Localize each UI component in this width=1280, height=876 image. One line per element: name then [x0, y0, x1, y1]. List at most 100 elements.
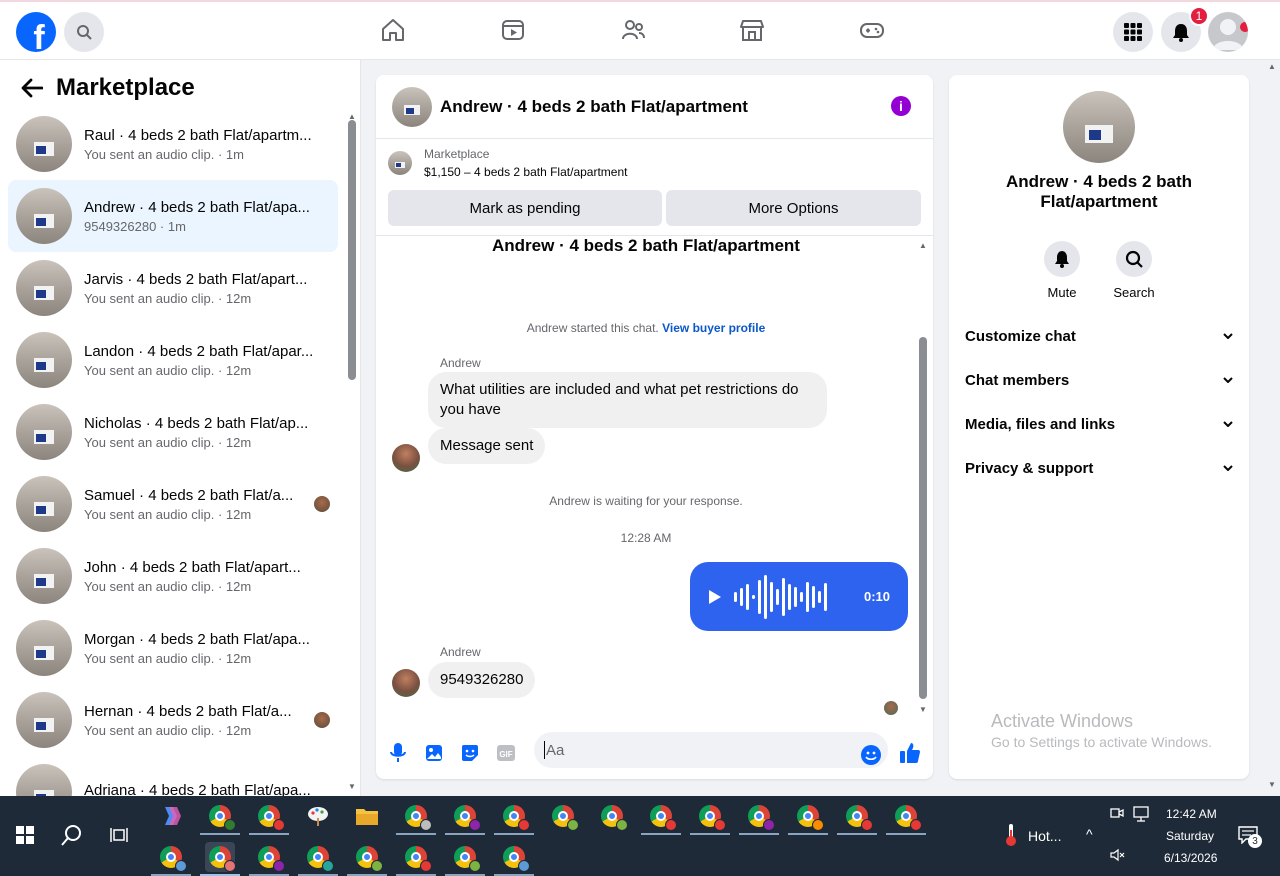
sender-avatar[interactable]: [392, 444, 420, 472]
conversation-item[interactable]: Hernan · 4 beds 2 bath Flat/a... You sent…: [8, 684, 338, 756]
message-input[interactable]: Aa: [534, 732, 888, 768]
chrome-window[interactable]: [445, 801, 485, 835]
chat-listing-thumbnail[interactable]: [392, 86, 432, 127]
chrome-window[interactable]: [249, 801, 289, 835]
chrome-window[interactable]: [445, 842, 485, 876]
chrome-window-active[interactable]: [200, 842, 240, 876]
show-hidden-icons-chevron-up-icon[interactable]: ^: [1086, 826, 1093, 842]
search-in-chat-button[interactable]: [1116, 241, 1152, 277]
search-label: Search: [1113, 285, 1155, 300]
chrome-window[interactable]: [200, 801, 240, 835]
conversation-item[interactable]: Jarvis · 4 beds 2 bath Flat/apart... You …: [8, 252, 338, 324]
chat-scrollbar[interactable]: [919, 337, 927, 699]
listing-summary[interactable]: Marketplace $1,150 – 4 beds 2 bath Flat/…: [388, 147, 627, 179]
clock-date[interactable]: 6/13/2026: [1164, 851, 1217, 865]
search-action[interactable]: Search: [1104, 241, 1164, 300]
back-button[interactable]: [20, 76, 44, 100]
menu-button[interactable]: [1113, 12, 1153, 52]
file-explorer-app[interactable]: [352, 801, 382, 831]
chat-title[interactable]: Andrew · 4 beds 2 bath Flat/apartment: [440, 97, 748, 117]
chrome-window[interactable]: [494, 842, 534, 876]
nav-video[interactable]: [499, 16, 527, 44]
play-icon[interactable]: [708, 589, 722, 605]
conversation-item[interactable]: Landon · 4 beds 2 bath Flat/apar... You s…: [8, 324, 338, 396]
listing-large-thumbnail[interactable]: [1063, 91, 1135, 163]
account-avatar[interactable]: [1208, 12, 1248, 52]
weather-text[interactable]: Hot...: [1028, 828, 1061, 844]
clock-time[interactable]: 12:42 AM: [1166, 807, 1217, 821]
voice-clip-button[interactable]: [387, 742, 409, 764]
taskbar-search-button[interactable]: [57, 820, 87, 850]
network-tray-icon[interactable]: [1133, 806, 1151, 825]
conversation-item[interactable]: Raul · 4 beds 2 bath Flat/apartm... You s…: [8, 108, 338, 180]
mute-action[interactable]: Mute: [1032, 241, 1092, 300]
page-scroll-up-arrow-icon[interactable]: ▲: [1268, 62, 1276, 71]
weather-widget[interactable]: [996, 820, 1026, 850]
incoming-message[interactable]: What utilities are included and what pet…: [428, 372, 827, 428]
incoming-message[interactable]: 9549326280: [428, 662, 536, 698]
chrome-window[interactable]: [837, 801, 877, 835]
scroll-down-arrow-icon[interactable]: ▼: [919, 705, 927, 714]
attach-photo-button[interactable]: [423, 742, 445, 764]
chrome-window[interactable]: [151, 842, 191, 876]
gaming-icon: [860, 23, 884, 38]
conversation-title: Nicholas · 4 beds 2 bath Flat/ap...: [84, 414, 309, 432]
scroll-up-arrow-icon[interactable]: ▲: [919, 241, 927, 250]
page-scroll-down-arrow-icon[interactable]: ▼: [1268, 780, 1276, 789]
scroll-down-arrow-icon[interactable]: ▼: [348, 782, 356, 791]
conversation-item[interactable]: Adriana · 4 beds 2 bath Flat/apa...: [8, 756, 338, 796]
chrome-window[interactable]: [396, 842, 436, 876]
profile-badge: [322, 860, 334, 872]
chrome-window[interactable]: [788, 801, 828, 835]
sidebar-scrollbar[interactable]: [348, 120, 356, 380]
volume-muted-tray-icon[interactable]: [1110, 848, 1126, 865]
start-button[interactable]: [10, 820, 40, 850]
chrome-window[interactable]: [739, 801, 779, 835]
conversation-item[interactable]: Samuel · 4 beds 2 bath Flat/a... You sent…: [8, 468, 338, 540]
chrome-window[interactable]: [548, 801, 579, 831]
chrome-window[interactable]: [597, 801, 628, 831]
window-indicator: [445, 833, 485, 835]
camera-tray-icon[interactable]: [1110, 806, 1124, 823]
audio-clip-message[interactable]: 0:10: [690, 562, 908, 631]
search-button[interactable]: [64, 12, 104, 52]
gif-button[interactable]: GIF: [495, 742, 517, 764]
paint-app[interactable]: [303, 801, 333, 831]
clock-day[interactable]: Saturday: [1166, 829, 1214, 843]
nav-friends[interactable]: [619, 16, 647, 44]
conversation-item-active[interactable]: Andrew · 4 beds 2 bath Flat/apa... 954932…: [8, 180, 338, 252]
emoji-button[interactable]: [860, 744, 882, 766]
customize-chat-section[interactable]: Customize chat: [965, 324, 1233, 348]
chrome-window[interactable]: [396, 801, 436, 835]
notifications-button[interactable]: 1: [1161, 6, 1209, 52]
facebook-logo-icon[interactable]: f: [16, 12, 56, 52]
copilot-app[interactable]: [156, 801, 186, 831]
sticker-button[interactable]: [459, 742, 481, 764]
chrome-window[interactable]: [690, 801, 730, 835]
view-buyer-profile-link[interactable]: View buyer profile: [662, 321, 765, 335]
chrome-window[interactable]: [347, 842, 387, 876]
nav-gaming[interactable]: [858, 16, 886, 44]
chrome-window[interactable]: [641, 801, 681, 835]
incoming-message[interactable]: Message sent: [428, 428, 546, 464]
chrome-window[interactable]: [249, 842, 289, 876]
chrome-window[interactable]: [298, 842, 338, 876]
like-button[interactable]: [899, 742, 921, 764]
media-files-links-section[interactable]: Media, files and links: [965, 412, 1233, 436]
nav-marketplace[interactable]: [738, 16, 766, 44]
conversation-item[interactable]: Morgan · 4 beds 2 bath Flat/apa... You se…: [8, 612, 338, 684]
chrome-window[interactable]: [886, 801, 926, 835]
more-options-button[interactable]: More Options: [666, 190, 921, 226]
chat-members-section[interactable]: Chat members: [965, 368, 1233, 392]
sender-avatar[interactable]: [392, 669, 420, 697]
conversation-item[interactable]: Nicholas · 4 beds 2 bath Flat/ap... You s…: [8, 396, 338, 468]
task-view-button[interactable]: [105, 820, 135, 850]
nav-home[interactable]: [379, 16, 407, 44]
mute-button[interactable]: [1044, 241, 1080, 277]
chrome-window[interactable]: [494, 801, 534, 835]
mark-as-pending-button[interactable]: Mark as pending: [388, 190, 662, 226]
info-icon[interactable]: i: [891, 96, 911, 116]
privacy-support-section[interactable]: Privacy & support: [965, 456, 1233, 480]
notification-center-button[interactable]: 3: [1238, 826, 1262, 848]
conversation-item[interactable]: John · 4 beds 2 bath Flat/apart... You se…: [8, 540, 338, 612]
